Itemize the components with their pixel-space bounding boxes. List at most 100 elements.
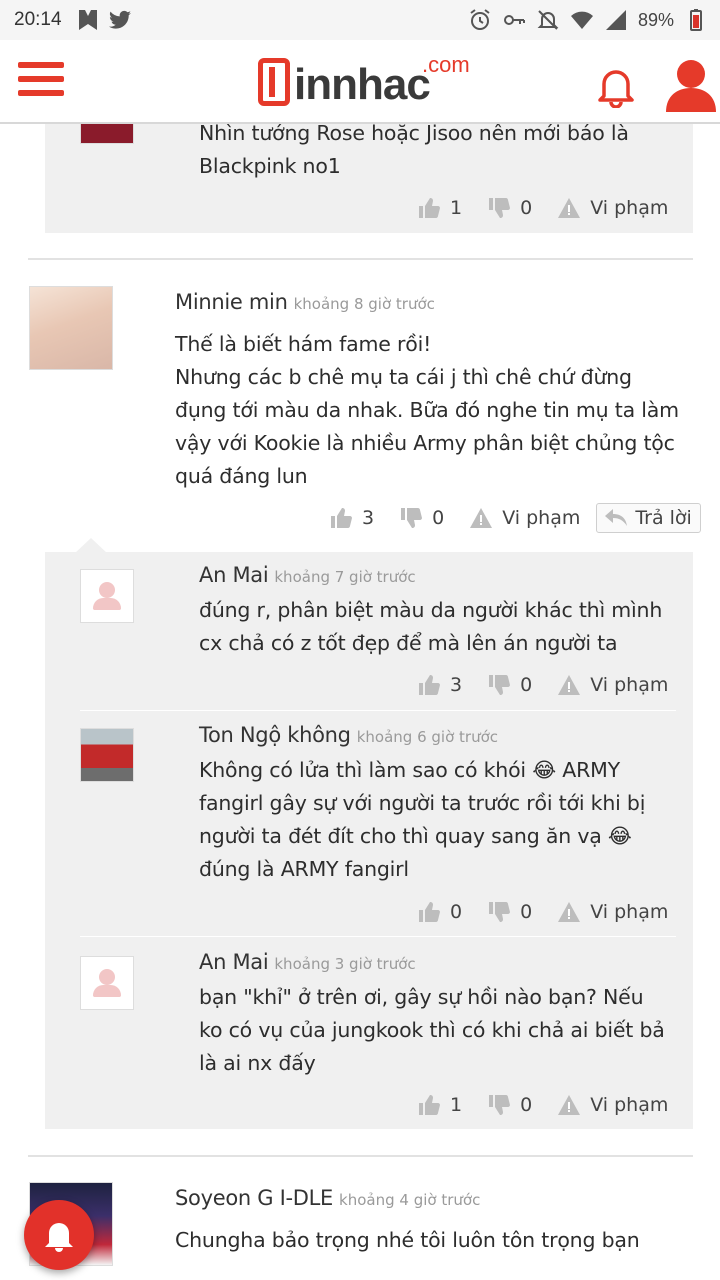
comment-line: đúng là ARMY fangirl — [199, 857, 409, 881]
dislike-button[interactable]: 0 — [488, 197, 532, 219]
warning-icon — [558, 1095, 581, 1115]
report-label: Vi phạm — [502, 507, 581, 529]
push-notification-button[interactable] — [24, 1200, 94, 1270]
report-label: Vi phạm — [590, 674, 669, 696]
commenter-name[interactable]: An Mai — [199, 950, 269, 974]
like-button[interactable]: 3 — [418, 674, 462, 696]
report-button[interactable]: Vi phạm — [558, 1094, 668, 1116]
report-label: Vi phạm — [590, 197, 669, 219]
status-time: 20:14 — [14, 9, 62, 30]
dislike-button[interactable]: 0 — [400, 507, 444, 529]
comment-actions: 3 0 Vi phạm — [418, 668, 668, 702]
like-count: 1 — [450, 1094, 463, 1116]
like-count: 3 — [362, 507, 375, 529]
warning-icon — [558, 675, 581, 695]
like-count: 0 — [450, 901, 463, 923]
comment-line: người ta đét đít cho thì quay sang ăn vạ… — [199, 824, 632, 848]
avatar[interactable] — [80, 569, 134, 623]
avatar[interactable] — [29, 286, 113, 370]
comment-meta: Soyeon G I-DLE khoảng 4 giờ trước — [175, 1186, 480, 1210]
reply-button[interactable]: Trả lời — [596, 503, 701, 533]
comment-line: Không có lửa thì làm sao có khói 😂 ARMY — [199, 758, 620, 782]
user-account-icon[interactable] — [664, 56, 718, 112]
bookmark-app-icon — [79, 10, 97, 30]
comment-text: Nhìn tướng Rose hoặc Jisoo nên mới báo l… — [199, 124, 629, 183]
dislike-button[interactable]: 0 — [488, 901, 532, 923]
like-count: 3 — [450, 674, 463, 696]
thumbs-up-icon — [419, 198, 440, 218]
battery-percent: 89% — [637, 9, 674, 30]
twitter-icon — [109, 10, 131, 29]
report-label: Vi phạm — [590, 1094, 669, 1116]
comment-line: đụng tới màu da nhak. Bữa đó nghe tin mụ… — [175, 398, 679, 422]
comment-meta: An Mai khoảng 7 giờ trước — [199, 563, 416, 587]
comment-meta: An Mai khoảng 3 giờ trước — [199, 950, 416, 974]
comment-text: Không có lửa thì làm sao có khói 😂 ARMY … — [199, 754, 645, 886]
notification-bell-icon[interactable] — [596, 64, 636, 108]
comment-time: khoảng 6 giờ trước — [356, 728, 499, 746]
comment-text: Chungha bảo trọng nhé tôi luôn tôn trọng… — [175, 1224, 640, 1257]
comment-actions: 1 0 Vi phạm — [418, 1088, 668, 1122]
battery-icon — [690, 9, 702, 31]
comment-text: Thế là biết hám fame rồi! Nhưng các b ch… — [175, 328, 679, 493]
reply-arrow-icon — [605, 509, 628, 526]
comment-time: khoảng 4 giờ trước — [339, 1191, 481, 1209]
thumbs-down-icon — [489, 198, 511, 218]
commenter-name[interactable]: An Mai — [199, 563, 269, 587]
warning-icon — [558, 198, 581, 218]
thread-divider — [28, 1155, 693, 1157]
hamburger-menu-icon[interactable] — [18, 62, 64, 102]
report-button[interactable]: Vi phạm — [558, 674, 668, 696]
like-button[interactable]: 1 — [418, 197, 462, 219]
site-header: innhac .com — [0, 40, 720, 124]
report-button[interactable]: Vi phạm — [558, 197, 668, 219]
comment-line: Chungha bảo trọng nhé tôi luôn tôn trọng… — [175, 1228, 640, 1252]
commenter-name[interactable]: Minnie min — [175, 290, 288, 314]
comment-list: Nhìn tướng Rose hoặc Jisoo nên mới báo l… — [0, 124, 720, 1280]
comment-actions: 1 0 Vi phạm — [418, 191, 668, 225]
like-count: 1 — [450, 197, 463, 219]
comment-line: quá đáng lun — [175, 464, 308, 488]
comment-line: fangirl gây sự với người ta trước rồi tớ… — [199, 791, 646, 815]
dislike-button[interactable]: 0 — [488, 674, 532, 696]
thumbs-up-icon — [331, 508, 352, 528]
report-label: Vi phạm — [590, 901, 669, 923]
dislike-count: 0 — [520, 197, 533, 219]
muted-bell-icon — [537, 10, 559, 30]
like-button[interactable]: 3 — [330, 507, 374, 529]
like-button[interactable]: 0 — [418, 901, 462, 923]
report-button[interactable]: Vi phạm — [558, 901, 668, 923]
avatar[interactable] — [80, 124, 134, 144]
thumbs-down-icon — [489, 675, 511, 695]
comment-time: khoảng 8 giờ trước — [293, 295, 435, 313]
site-logo[interactable]: innhac .com — [256, 52, 470, 114]
commenter-name[interactable]: Ton Ngộ không — [199, 723, 351, 747]
comment-line: Nhưng các b chê mụ ta cái j thì chê chứ … — [175, 365, 632, 389]
comment-text: bạn "khỉ" ở trên ơi, gây sự hồi nào bạn?… — [199, 981, 665, 1080]
thread-divider — [28, 258, 693, 260]
comment-meta: Ton Ngộ không khoảng 6 giờ trước — [199, 723, 498, 747]
dislike-count: 0 — [432, 507, 445, 529]
commenter-name[interactable]: Soyeon G I-DLE — [175, 1186, 333, 1210]
thumbs-up-icon — [419, 675, 440, 695]
signal-icon — [605, 10, 626, 30]
comment-time: khoảng 7 giờ trước — [274, 568, 416, 586]
logo-com: .com — [422, 52, 470, 77]
warning-icon — [470, 508, 493, 528]
comment-line: đúng r, phân biệt màu da người khác thì … — [199, 598, 663, 622]
dislike-button[interactable]: 0 — [488, 1094, 532, 1116]
alarm-icon — [470, 9, 490, 30]
wifi-icon — [570, 11, 593, 29]
comment-line: Blackpink no1 — [199, 154, 341, 178]
thumbs-down-icon — [489, 902, 511, 922]
logo-text: innhac — [294, 60, 431, 109]
avatar[interactable] — [80, 728, 134, 782]
thumbs-down-icon — [489, 1095, 511, 1115]
avatar[interactable] — [80, 956, 134, 1010]
reply-label: Trả lời — [635, 507, 692, 529]
comment-line: vậy với Kookie là nhiều Army phân biệt c… — [175, 431, 675, 455]
like-button[interactable]: 1 — [418, 1094, 462, 1116]
key-icon — [503, 15, 525, 25]
comment-actions: 3 0 Vi phạm Trả lời — [330, 501, 701, 535]
report-button[interactable]: Vi phạm — [470, 507, 580, 529]
